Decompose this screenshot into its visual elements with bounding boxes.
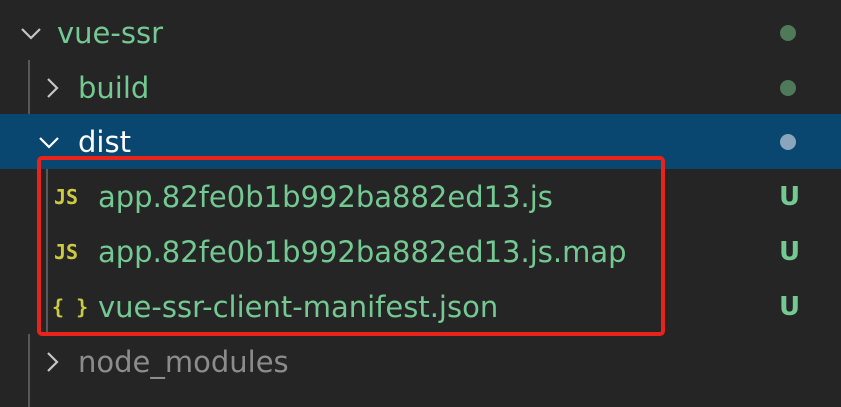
indent-guide: [46, 169, 48, 334]
git-status-untracked: U: [779, 291, 801, 322]
tree-item-dist[interactable]: dist: [0, 114, 841, 169]
git-status-untracked: U: [779, 236, 801, 267]
tree-item-app-js[interactable]: JS app.82fe0b1b992ba882ed13.js U: [0, 169, 841, 224]
explorer-file-tree: vue-ssr build dist JS app.82fe0b1b992ba8…: [0, 0, 841, 407]
javascript-file-icon: JS: [54, 184, 79, 209]
git-status-untracked: U: [779, 181, 801, 212]
git-status-dot: [780, 133, 796, 150]
indent-guide: [28, 334, 30, 407]
file-label-client-manifest: vue-ssr-client-manifest.json: [98, 289, 499, 324]
file-label-app-js-map: app.82fe0b1b992ba882ed13.js.map: [98, 234, 627, 269]
file-label-app-js: app.82fe0b1b992ba882ed13.js: [98, 179, 553, 214]
git-status-dot: [780, 79, 796, 96]
folder-label-dist: dist: [78, 124, 131, 159]
chevron-down-icon[interactable]: [20, 22, 42, 44]
tree-item-node-modules[interactable]: node_modules: [0, 334, 841, 389]
indent-guide: [28, 60, 30, 114]
git-status-dot: [780, 24, 796, 41]
tree-item-build[interactable]: build: [0, 60, 841, 115]
json-file-icon: { }: [52, 294, 89, 319]
folder-label-vue-ssr: vue-ssr: [57, 15, 163, 50]
tree-item-app-js-map[interactable]: JS app.82fe0b1b992ba882ed13.js.map U: [0, 224, 841, 279]
folder-label-node-modules: node_modules: [78, 344, 289, 379]
folder-label-build: build: [78, 70, 150, 105]
javascript-file-icon: JS: [54, 239, 79, 264]
chevron-down-icon[interactable]: [38, 131, 60, 153]
chevron-right-icon[interactable]: [41, 77, 63, 99]
tree-item-vue-ssr[interactable]: vue-ssr: [0, 5, 841, 60]
tree-item-client-manifest[interactable]: { } vue-ssr-client-manifest.json U: [0, 279, 841, 334]
chevron-right-icon[interactable]: [41, 351, 63, 373]
